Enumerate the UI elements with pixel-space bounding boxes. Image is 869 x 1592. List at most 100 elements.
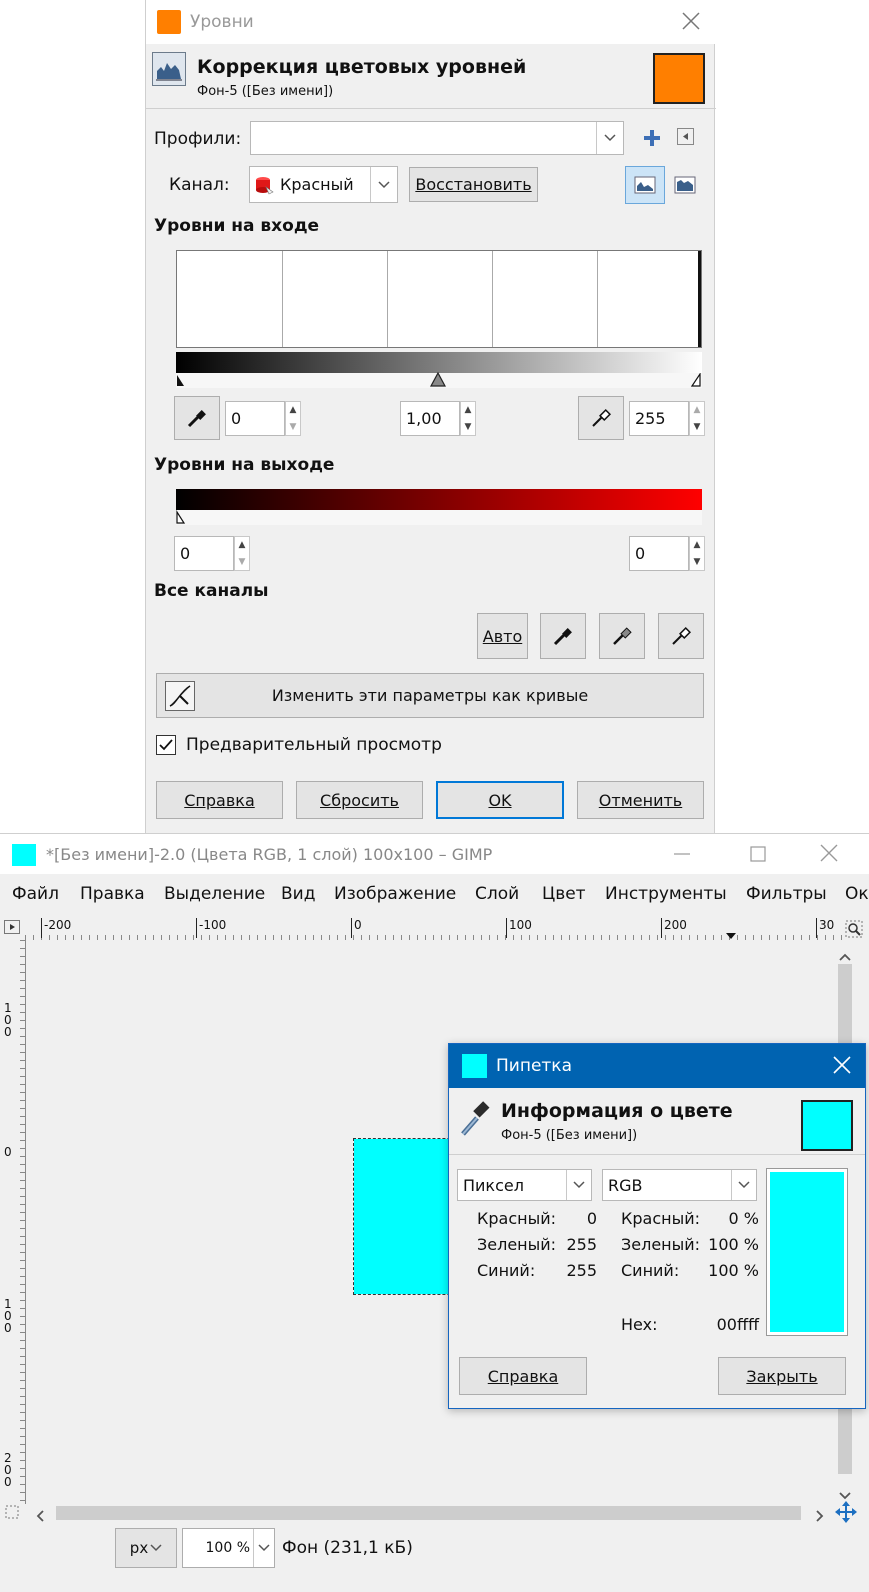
value-number: 255: [566, 1235, 597, 1254]
input-gamma-handle[interactable]: [430, 372, 446, 387]
chevron-down-icon: [150, 1544, 162, 1552]
output-low-spin[interactable]: 0: [174, 536, 234, 571]
input-low-value: 0: [231, 409, 242, 428]
ruler-v-label: 100: [4, 1297, 12, 1335]
close-icon[interactable]: [818, 842, 842, 864]
histogram-grid-line: [387, 251, 388, 347]
preview-label[interactable]: Предварительный просмотр: [186, 735, 442, 755]
rgb-mode-combo[interactable]: RGB: [602, 1169, 757, 1201]
add-preset-icon[interactable]: [641, 127, 663, 149]
menu-edit[interactable]: Правка: [80, 884, 145, 904]
output-low-stepper[interactable]: ▲ ▼: [234, 536, 250, 571]
menu-color[interactable]: Цвет: [542, 884, 586, 904]
menu-layer[interactable]: Слой: [475, 884, 519, 904]
menu-windows[interactable]: Ок: [845, 884, 869, 904]
pointer-app-icon: [462, 1054, 487, 1078]
pointer-help-button[interactable]: Справка: [459, 1357, 587, 1395]
input-high-stepper[interactable]: ▲ ▼: [689, 401, 705, 436]
histogram-grid-line: [492, 251, 493, 347]
output-low-handle[interactable]: [176, 510, 186, 524]
pick-white-point-button[interactable]: [578, 396, 624, 440]
stepper-up-icon[interactable]: ▲: [235, 537, 249, 554]
input-high-spin[interactable]: 255: [629, 401, 689, 436]
channel-combo[interactable]: Красный: [249, 166, 398, 203]
help-button[interactable]: Справка: [156, 781, 283, 819]
input-high-handle[interactable]: [691, 373, 701, 387]
output-slider-track[interactable]: [176, 510, 702, 525]
pick-black-point-button[interactable]: [174, 396, 220, 440]
menu-select[interactable]: Выделение: [164, 884, 265, 904]
reset-button[interactable]: Сбросить: [296, 781, 423, 819]
pointer-color-swatch: [801, 1100, 853, 1151]
stepper-up-icon[interactable]: ▲: [690, 537, 704, 554]
edit-as-curves-label: Изменить эти параметры как кривые: [271, 686, 589, 705]
stepper-up-icon[interactable]: ▲: [286, 402, 300, 419]
levels-window-title: Уровни: [190, 12, 254, 32]
menu-image[interactable]: Изображение: [334, 884, 456, 904]
ruler-corner-menu-icon[interactable]: [4, 920, 20, 934]
stepper-down-icon[interactable]: ▼: [235, 554, 249, 571]
input-low-stepper[interactable]: ▲ ▼: [285, 401, 301, 436]
pointer-dialog: Пипетка Информация о цвете Фон-5 ([Без и…: [448, 1043, 866, 1409]
input-levels-title: Уровни на входе: [154, 216, 320, 236]
reset-channel-button[interactable]: Восстановить: [409, 167, 538, 202]
input-slider-track[interactable]: [176, 372, 702, 388]
auto-button[interactable]: Авто: [477, 613, 528, 659]
input-gamma-spin[interactable]: 1,00: [400, 401, 460, 436]
horizontal-scroll-thumb[interactable]: [56, 1506, 801, 1520]
ruler-h-label: -100: [196, 918, 226, 938]
cancel-button[interactable]: Отменить: [577, 781, 704, 819]
scroll-left-icon[interactable]: [36, 1507, 44, 1526]
vertical-ruler: 100 0 100 200: [0, 940, 26, 1504]
quick-mask-icon[interactable]: [4, 1504, 20, 1520]
pointer-header-title: Информация о цвете: [501, 1100, 733, 1122]
zoom-image-icon[interactable]: [845, 920, 863, 938]
value-number: 100 %: [708, 1235, 759, 1254]
pick-white-all-button[interactable]: [658, 613, 704, 659]
stepper-up-icon[interactable]: ▲: [690, 402, 704, 419]
input-low-spin[interactable]: 0: [225, 401, 285, 436]
stepper-down-icon[interactable]: ▼: [286, 419, 300, 436]
close-icon[interactable]: [678, 8, 704, 34]
pick-gray-all-button[interactable]: [599, 613, 645, 659]
unit-combo[interactable]: px: [115, 1528, 177, 1568]
input-low-handle[interactable]: [176, 373, 186, 387]
pointer-close-button[interactable]: Закрыть: [718, 1357, 846, 1395]
pointer-header-subtitle: Фон-5 ([Без имени]): [501, 1128, 638, 1143]
scroll-right-icon[interactable]: [816, 1507, 824, 1526]
close-icon[interactable]: [831, 1054, 855, 1078]
presets-menu-icon[interactable]: [677, 128, 694, 145]
scroll-up-icon[interactable]: [839, 946, 851, 965]
input-gamma-stepper[interactable]: ▲ ▼: [460, 401, 476, 436]
stepper-down-icon[interactable]: ▼: [690, 554, 704, 571]
linear-histogram-icon[interactable]: [625, 166, 665, 204]
stepper-down-icon[interactable]: ▼: [461, 419, 475, 436]
edit-as-curves-button[interactable]: Изменить эти параметры как кривые: [156, 673, 704, 718]
output-high-spin[interactable]: 0: [629, 536, 689, 571]
levels-header: Коррекция цветовых уровней Фон-5 ([Без и…: [146, 46, 716, 109]
pixel-mode-combo[interactable]: Пиксел: [457, 1169, 592, 1201]
log-histogram-icon[interactable]: [670, 168, 700, 202]
levels-titlebar: Уровни: [146, 0, 716, 44]
histogram-grid-line: [282, 251, 283, 347]
ruler-v-label: 200: [4, 1451, 12, 1489]
ok-button[interactable]: OK: [436, 781, 564, 819]
zoom-combo[interactable]: 100 %: [182, 1528, 275, 1568]
menu-tools[interactable]: Инструменты: [605, 884, 727, 904]
menu-filters[interactable]: Фильтры: [746, 884, 827, 904]
output-high-stepper[interactable]: ▲ ▼: [689, 536, 705, 571]
sampled-color-preview: [766, 1168, 848, 1336]
horizontal-scrollbar[interactable]: [26, 1502, 834, 1524]
menu-view[interactable]: Вид: [281, 884, 315, 904]
minimize-icon[interactable]: [670, 844, 694, 864]
stepper-up-icon[interactable]: ▲: [461, 402, 475, 419]
navigate-icon[interactable]: [834, 1500, 858, 1524]
presets-combo[interactable]: [250, 121, 624, 155]
preview-checkbox[interactable]: [156, 735, 176, 755]
ruler-v-label: 100: [4, 1001, 12, 1039]
maximize-icon[interactable]: [746, 844, 770, 864]
stepper-down-icon[interactable]: ▼: [690, 419, 704, 436]
menu-file[interactable]: Файл: [12, 884, 59, 904]
eyedropper-icon: [592, 408, 612, 427]
pick-black-all-button[interactable]: [540, 613, 586, 659]
